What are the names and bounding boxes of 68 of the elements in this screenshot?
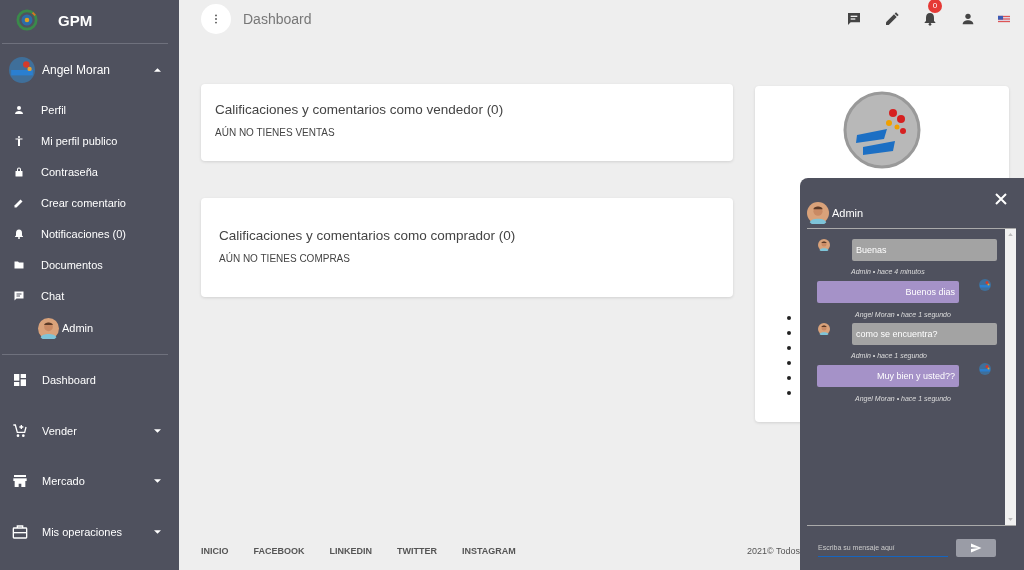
caret-icon bbox=[154, 479, 161, 484]
dashboard-icon bbox=[12, 372, 28, 389]
caret-icon bbox=[154, 529, 161, 534]
sidebar-item[interactable]: Chat bbox=[2, 280, 168, 311]
nav-item[interactable]: Mercado bbox=[2, 456, 168, 507]
sidebar-item[interactable]: Crear comentario bbox=[2, 187, 168, 218]
message-bubble: Buenas bbox=[852, 239, 997, 261]
nav-item[interactable]: Vender bbox=[2, 405, 168, 456]
avatar bbox=[818, 323, 830, 335]
card-title: Calificaciones y comentarios como vendedor (0) bbox=[215, 102, 505, 117]
send-button[interactable] bbox=[956, 539, 996, 557]
chat-title: Admin bbox=[832, 207, 864, 219]
store-icon bbox=[12, 473, 28, 490]
sidebar-item[interactable]: Notificaciones (0) bbox=[2, 218, 168, 249]
flag-icon[interactable] bbox=[998, 14, 1010, 23]
list-bullet bbox=[787, 331, 791, 335]
list-bullet bbox=[787, 346, 791, 350]
empty-message: AÚN NO TIENES VENTAS bbox=[215, 127, 336, 138]
cart-add-icon bbox=[12, 422, 28, 439]
avatar bbox=[38, 317, 59, 339]
figure-icon bbox=[13, 134, 25, 147]
sidebar-item[interactable]: Contraseña bbox=[2, 156, 168, 187]
footer-link[interactable]: INSTAGRAM bbox=[462, 546, 516, 556]
list-bullet bbox=[787, 391, 791, 395]
send-icon bbox=[970, 542, 982, 554]
logo-icon bbox=[16, 9, 38, 31]
pencil-icon[interactable] bbox=[884, 10, 900, 27]
copyright-text: 2021© Todos bbox=[747, 546, 800, 556]
close-icon bbox=[995, 193, 1007, 205]
lock-icon bbox=[13, 165, 25, 178]
avatar bbox=[979, 279, 991, 291]
chat-icon bbox=[13, 289, 25, 302]
chat-contact[interactable]: Admin bbox=[2, 311, 168, 345]
bell-icon bbox=[13, 227, 25, 240]
close-button[interactable] bbox=[995, 193, 1007, 205]
sidebar-item[interactable]: Mi perfil publico bbox=[2, 125, 168, 156]
notification-badge: 0 bbox=[928, 0, 942, 13]
person-icon bbox=[13, 103, 25, 116]
avatar bbox=[979, 363, 991, 375]
footer-link[interactable]: INICIO bbox=[201, 546, 229, 556]
list-bullet bbox=[787, 316, 791, 320]
avatar bbox=[807, 202, 829, 224]
sidebar-item[interactable]: Documentos bbox=[2, 249, 168, 280]
message-bubble: como se encuentra? bbox=[852, 323, 997, 345]
user-menu-toggle[interactable]: Angel Moran bbox=[2, 46, 168, 94]
message-bubble: Buenos dias bbox=[817, 281, 959, 303]
caret-icon bbox=[154, 68, 161, 72]
caret-icon bbox=[154, 428, 161, 433]
sidebar-item[interactable]: Perfil bbox=[2, 94, 168, 125]
briefcase-icon bbox=[12, 523, 28, 540]
message-bubble: Muy bien y usted?? bbox=[817, 365, 959, 387]
footer-link[interactable]: FACEBOOK bbox=[253, 546, 305, 556]
footer-link[interactable]: TWITTER bbox=[397, 546, 438, 556]
chat-icon[interactable] bbox=[846, 10, 862, 27]
page-title: Dashboard bbox=[243, 10, 312, 27]
avatar bbox=[9, 57, 35, 83]
more-icon bbox=[214, 13, 218, 24]
nav-item[interactable]: Dashboard bbox=[2, 355, 168, 406]
app-name: GPM bbox=[58, 11, 93, 29]
footer-link[interactable]: LINKEDIN bbox=[329, 546, 373, 556]
card-title: Calificaciones y comentarios como comprador (0) bbox=[219, 228, 517, 243]
empty-message: AÚN NO TIENES COMPRAS bbox=[219, 253, 351, 264]
nav-item[interactable]: Mis operaciones bbox=[2, 506, 168, 557]
avatar bbox=[818, 239, 830, 251]
list-bullet bbox=[787, 376, 791, 380]
logo-icon bbox=[843, 91, 921, 169]
bell-icon[interactable] bbox=[922, 10, 938, 27]
list-bullet bbox=[787, 361, 791, 365]
